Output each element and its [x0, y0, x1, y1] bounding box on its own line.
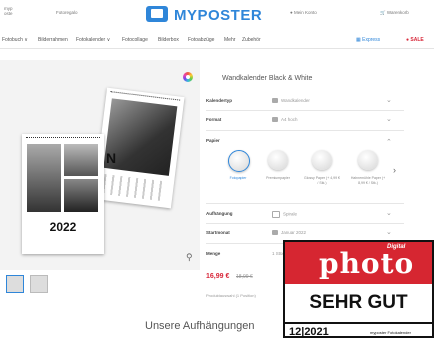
nav-item-express[interactable]: ▦ Express [356, 37, 380, 43]
option-value-aufhaengung[interactable]: Spirale [272, 211, 297, 218]
calendar-back-sheet [93, 87, 185, 209]
left-logo-text: myp oste [4, 6, 13, 16]
option-value-kalendertyp[interactable]: Wandkalender [272, 98, 310, 104]
chevron-down-icon[interactable]: ⌄ [386, 209, 392, 217]
nav-item-bilderbox[interactable]: Bilderbox [158, 37, 179, 43]
chevron-right-icon[interactable]: › [393, 165, 396, 175]
chevron-up-icon[interactable]: ⌃ [386, 138, 392, 146]
option-value-startmonat[interactable]: Januar 2022 [272, 230, 306, 236]
calendar-photo-top-right [64, 144, 98, 176]
nav-item-bilderrahmen[interactable]: Bilderrahmen [38, 37, 68, 43]
badge-magazine-name: photo [319, 247, 415, 280]
calendar-grid [102, 173, 165, 202]
paper-label: Fotopapier [229, 176, 247, 180]
calendar-letter: N [106, 150, 117, 166]
thumbnail-1[interactable] [6, 275, 24, 293]
paper-option-premiumpapier[interactable] [268, 150, 288, 170]
calendar-year: 2022 [49, 220, 77, 234]
calendar-front-sheet: 2022 [22, 134, 104, 254]
test-award-badge: Digital photo SEHR GUT 12|2021 myposter … [283, 240, 434, 338]
option-label-aufhaengung: Aufhängung [206, 211, 233, 216]
price-note: Produktauswahl (1 Position) [206, 293, 256, 298]
badge-footer: 12|2021 myposter Fotokalender [285, 322, 432, 340]
cart-icon: 🛒 [380, 10, 387, 15]
badge-date: 12|2021 [289, 326, 329, 338]
paper-label: Premiumpapier [266, 176, 290, 180]
product-title: Wandkalender Black & White [222, 75, 313, 82]
divider [206, 130, 404, 131]
thumbnail-2[interactable] [30, 275, 48, 293]
calendar-icon [272, 98, 278, 104]
chevron-down-icon[interactable]: ⌄ [386, 115, 392, 123]
paper-label: Hahnemühle Paper (+ 8,99 € / Stk.) [350, 176, 386, 185]
calendar-photo-bottom-right [64, 179, 98, 212]
nav-item-sale[interactable]: ● SALE [406, 37, 424, 43]
nav-item-fotocollage[interactable]: Fotocollage [122, 37, 148, 43]
zoom-icon[interactable]: ⚲ [186, 252, 193, 263]
cart-link[interactable]: 🛒 Warenkorb [380, 10, 409, 16]
option-label-format: Format [206, 117, 222, 122]
paper-option-hahnemuehle[interactable] [358, 150, 378, 170]
logo-icon[interactable] [146, 6, 168, 22]
chevron-down-icon[interactable]: ⌄ [386, 96, 392, 104]
paper-option-glossy[interactable] [312, 150, 332, 170]
badge-rating: SEHR GUT [309, 292, 408, 313]
account-link[interactable]: ● Mein Konto [290, 10, 317, 15]
paper-option-fotopapier[interactable] [228, 150, 250, 172]
old-price: 18,99 € [236, 274, 253, 280]
nav-item-fotoabzuege[interactable]: Fotoabzüge [188, 37, 214, 43]
spiral-binding [26, 137, 100, 141]
option-label-papier: Papier [206, 138, 220, 143]
paper-label: Glossy Paper (+ 4,99 € / Stk.) [304, 176, 340, 185]
top-bar: myp oste Fotoregalo MYPOSTER ● Mein Konto… [0, 0, 434, 32]
chevron-down-icon[interactable]: ⌄ [386, 228, 392, 236]
nav-item-fotobuch[interactable]: Fotobuch ∨ [2, 37, 28, 43]
option-label-kalendertyp: Kalendertyp [206, 98, 233, 103]
main-nav: Fotobuch ∨ Bilderrahmen Fotokalender ∨ F… [0, 34, 434, 49]
option-label-startmonat: Startmonat [206, 230, 230, 235]
calendar-photo-left [27, 144, 61, 212]
hanger-icon [272, 211, 280, 218]
divider [206, 223, 404, 224]
calendar-icon [272, 230, 278, 236]
option-value-format[interactable]: A4 hoch [272, 117, 298, 123]
nav-item-fotokalender[interactable]: Fotokalender ∨ [76, 37, 110, 43]
divider [206, 110, 404, 111]
promo-link[interactable]: Fotoregalo [56, 10, 78, 15]
section-heading: Unsere Aufhängungen [145, 320, 255, 332]
divider [206, 203, 404, 204]
format-icon [272, 117, 278, 123]
product-preview: 2022 N [0, 60, 200, 270]
color-wheel-icon[interactable] [183, 72, 193, 82]
nav-item-mehr[interactable]: Mehr [224, 37, 235, 43]
brand-logo[interactable]: MYPOSTER [174, 7, 262, 24]
nav-item-zubehoer[interactable]: Zubehör [242, 37, 261, 43]
option-label-menge: Menge [206, 251, 221, 256]
badge-subject: myposter Fotokalender [370, 330, 411, 335]
current-price: 16,99 € [206, 273, 230, 280]
badge-header: Digital photo [285, 242, 432, 284]
